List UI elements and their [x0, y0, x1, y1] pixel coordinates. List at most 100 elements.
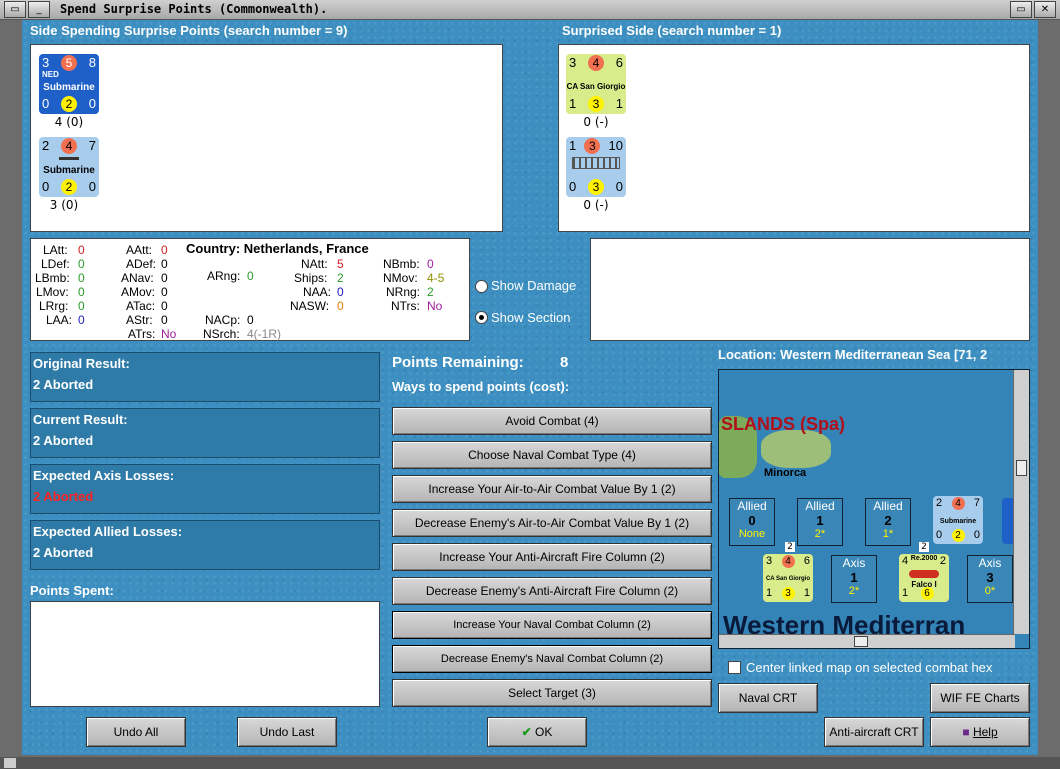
minorca-label: Minorca: [764, 467, 807, 479]
increase-naval-combat-button[interactable]: Increase Your Naval Combat Column (2): [392, 611, 712, 639]
avoid-combat-button[interactable]: Avoid Combat (4): [392, 407, 712, 435]
ok-button-label: OK: [535, 725, 553, 739]
main-panel: Side Spending Surprise Points (search nu…: [22, 20, 1038, 755]
stat-label: ANav:: [121, 271, 154, 285]
counter-stat: 1: [615, 96, 623, 111]
counter-stat: 2: [61, 96, 77, 112]
scroll-thumb[interactable]: [854, 636, 868, 647]
counter-stat: 2: [939, 555, 946, 567]
stack-count-badge: 2: [785, 542, 795, 552]
points-remaining-value: 8: [560, 354, 569, 371]
counter-stat: 4: [588, 55, 604, 71]
decrease-enemy-air-to-air-button[interactable]: Decrease Enemy's Air-to-Air Combat Value…: [392, 509, 712, 537]
allied-side-label: Allied: [805, 499, 835, 513]
stat-value: No: [427, 299, 443, 313]
unit-counter-ned-submarine[interactable]: 358 NED Submarine 020: [39, 54, 99, 114]
help-button[interactable]: ■ Help: [930, 717, 1030, 747]
decrease-enemy-naval-combat-button[interactable]: Decrease Enemy's Naval Combat Column (2): [392, 645, 712, 673]
counter-stat: 1: [803, 587, 810, 599]
choose-naval-combat-type-button[interactable]: Choose Naval Combat Type (4): [392, 441, 712, 469]
stat-label: NMov:: [383, 271, 418, 285]
counter-stat: 8: [88, 55, 96, 70]
counter-stat: 0: [615, 179, 623, 194]
map-vertical-scrollbar[interactable]: [1013, 370, 1029, 634]
unit-counter-submarine[interactable]: 247 Submarine 020: [39, 137, 99, 197]
allied-losses-value: 2 Aborted: [33, 545, 94, 560]
original-result-title: Original Result:: [33, 356, 130, 371]
anti-aircraft-crt-button[interactable]: Anti-aircraft CRT: [824, 717, 924, 747]
title-bar: ▭ _ Spend Surprise Points (Commonwealth)…: [0, 0, 1060, 20]
stat-value: 0: [337, 299, 344, 313]
allied-side-label: Allied: [873, 499, 903, 513]
close-button[interactable]: ✕: [1034, 1, 1056, 18]
stat-value: No: [161, 327, 177, 341]
show-section-label[interactable]: Show Section: [491, 310, 571, 325]
show-damage-radio[interactable]: [475, 280, 488, 293]
counter-stat: 0: [88, 179, 96, 194]
axis-side-label: Axis: [978, 556, 1002, 570]
stat-value: 0: [78, 271, 85, 285]
show-damage-label[interactable]: Show Damage: [491, 278, 576, 293]
show-section-radio[interactable]: [475, 311, 488, 324]
select-target-button[interactable]: Select Target (3): [392, 679, 712, 707]
stat-label: AAtt:: [126, 243, 153, 257]
unit-caption: 3 (0): [49, 198, 79, 212]
counter-stat: 1: [902, 587, 909, 599]
unit-counter-convoy[interactable]: 1 3 10 030: [566, 137, 626, 197]
undo-last-button[interactable]: Undo Last: [237, 717, 337, 747]
allied-num: 0: [748, 513, 756, 528]
ok-button[interactable]: ✔ OK: [487, 717, 587, 747]
stat-label: Ships:: [294, 271, 328, 285]
counter-stat: 3: [569, 55, 577, 70]
counter-stat: 3: [781, 587, 795, 600]
undo-all-button[interactable]: Undo All: [86, 717, 186, 747]
minimize-button[interactable]: _: [28, 1, 50, 18]
stat-label: ATac:: [126, 299, 156, 313]
stat-value: 0: [161, 243, 168, 257]
current-result-title: Current Result:: [33, 412, 128, 427]
linked-map-view[interactable]: SLANDS (Spa) Minorca Allied 0 None Allie…: [718, 369, 1030, 649]
counter-stat: 6: [803, 555, 810, 567]
counter-stat: 2: [42, 138, 50, 153]
map-ca-counter[interactable]: 346 CA San Giorgio 131: [763, 554, 813, 602]
points-spent-list[interactable]: [30, 601, 380, 707]
allied-sub: 1*: [882, 528, 894, 540]
help-book-icon: ■: [962, 725, 970, 739]
stat-label: NRng:: [386, 285, 421, 299]
axis-losses-value: 2 Aborted: [33, 489, 94, 504]
unit-counter-ca-san-giorgio[interactable]: 346 CA San Giorgio 131: [566, 54, 626, 114]
counter-stat: 0: [973, 529, 980, 541]
map-horizontal-scrollbar[interactable]: [719, 634, 1015, 648]
surprised-side-header: Surprised Side (search number = 1): [562, 23, 782, 38]
status-bar: [0, 757, 1060, 769]
current-result-value: 2 Aborted: [33, 433, 94, 448]
stat-label: NTrs:: [391, 299, 420, 313]
system-menu-button[interactable]: ▭: [4, 1, 26, 18]
naval-crt-button[interactable]: Naval CRT: [718, 683, 818, 713]
islands-label: SLANDS (Spa): [721, 414, 846, 434]
decrease-enemy-anti-aircraft-button[interactable]: Decrease Enemy's Anti-Aircraft Fire Colu…: [392, 577, 712, 605]
wif-fe-charts-button[interactable]: WIF FE Charts: [930, 683, 1030, 713]
center-map-checkbox[interactable]: [728, 661, 741, 674]
stat-label: ATrs:: [128, 327, 156, 341]
stat-label: NSrch:: [203, 327, 240, 341]
aircraft-icon: [909, 570, 939, 578]
counter-stat: 6: [920, 587, 934, 600]
stat-value: 0: [161, 313, 168, 327]
stat-value: 0: [161, 299, 168, 313]
stat-value: 0: [78, 243, 85, 257]
map-aircraft-counter[interactable]: 4 Re.2000 2 Falco I 16: [899, 554, 949, 602]
counter-stat: 3: [588, 179, 604, 195]
counter-stat: 3: [42, 55, 50, 70]
restore-button[interactable]: ▭: [1010, 1, 1032, 18]
increase-air-to-air-button[interactable]: Increase Your Air-to-Air Combat Value By…: [392, 475, 712, 503]
scroll-thumb[interactable]: [1016, 460, 1027, 476]
center-map-label[interactable]: Center linked map on selected combat hex: [746, 660, 992, 675]
spending-side-units-box: 358 NED Submarine 020 4 (0) 247 Submarin…: [30, 44, 503, 232]
increase-anti-aircraft-button[interactable]: Increase Your Anti-Aircraft Fire Column …: [392, 543, 712, 571]
map-submarine-counter[interactable]: 247 Submarine 020: [933, 496, 983, 544]
counter-stat: 4: [781, 555, 795, 568]
allied-losses-title: Expected Allied Losses:: [33, 524, 183, 539]
resize-grip-icon[interactable]: [4, 758, 16, 768]
allied-box-1: Allied 1 2*: [797, 498, 843, 546]
